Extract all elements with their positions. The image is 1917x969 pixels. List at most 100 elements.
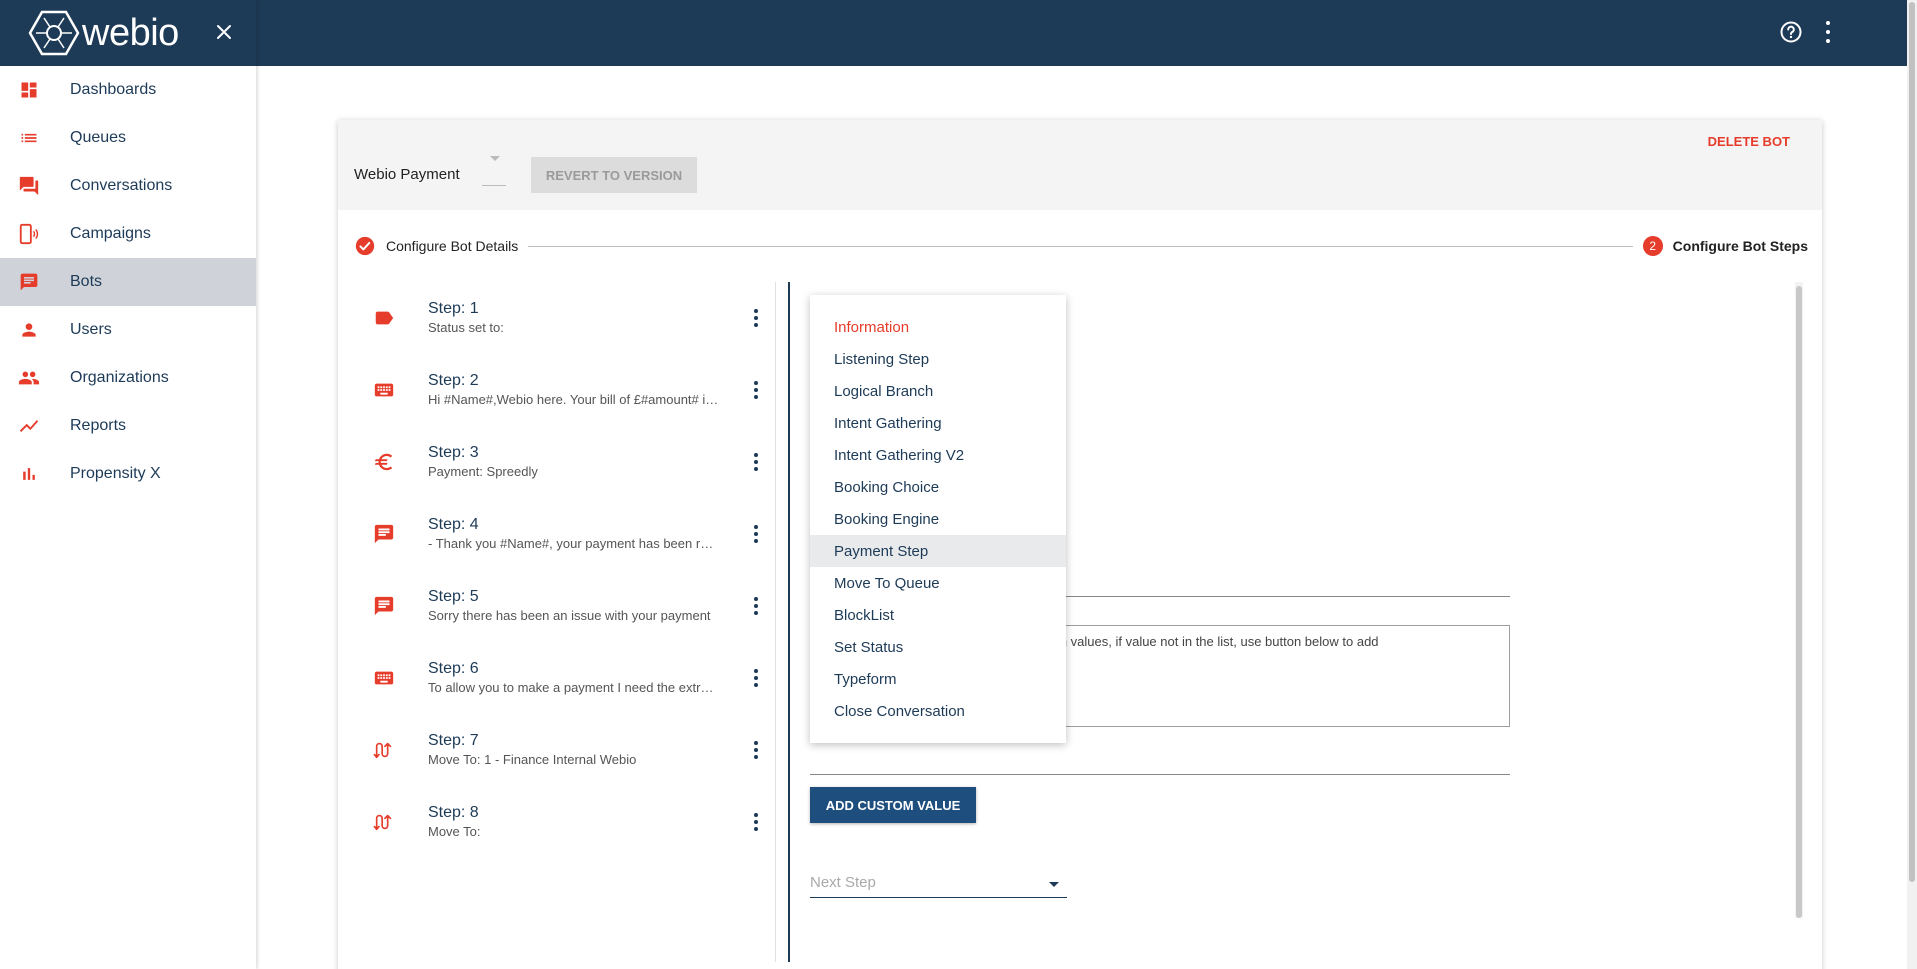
list-icon [18,127,40,149]
top-bar-actions [1779,20,1831,44]
more-vert-icon[interactable] [1825,21,1831,43]
step-title: Step: 6 [428,660,479,677]
step-list-item[interactable]: Step: 2 Hi #Name#,Webio here. Your bill … [354,354,784,426]
campaign-phone-icon [18,223,40,245]
webio-hexagon-icon [28,10,80,56]
sidebar-item-label: Users [70,321,112,338]
bot-header: Webio Payment REVERT TO VERSION DELETE B… [338,120,1822,210]
dropdown-item-highlighted[interactable]: Payment Step [810,535,1066,567]
step-subtitle: Status set to: [428,320,504,335]
chevron-down-icon [1049,882,1059,887]
sidebar-item-users[interactable]: Users [0,306,256,354]
keyboard-icon [372,666,396,690]
trend-icon [18,415,40,437]
delete-bot-button[interactable]: DELETE BOT [1708,134,1790,149]
step-title: Step: 4 [428,516,479,533]
dropdown-item[interactable]: Listening Step [810,343,1066,375]
editor-left-border [788,282,790,962]
dropdown-item[interactable]: Set Status [810,631,1066,663]
step-more-icon[interactable] [744,306,768,330]
sidebar-item-organizations[interactable]: Organizations [0,354,256,402]
next-step-select[interactable]: Next Step [810,868,1067,898]
people-icon [18,367,40,389]
step-more-icon[interactable] [744,810,768,834]
sidebar-item-dashboards[interactable]: Dashboards [0,66,256,114]
next-step-placeholder: Next Step [810,874,876,891]
dropdown-item[interactable]: Booking Engine [810,503,1066,535]
step-list-item[interactable]: Step: 6 To allow you to make a payment I… [354,642,784,714]
step-list-item[interactable]: Step: 5 Sorry there has been an issue wi… [354,570,784,642]
sidebar-item-label: Campaigns [70,225,151,242]
message-icon [372,522,396,546]
step-text: Step: 5 Sorry there has been an issue wi… [428,587,744,625]
step-subtitle: Move To: [428,824,481,839]
add-custom-value-button[interactable]: ADD CUSTOM VALUE [810,787,976,823]
step-more-icon[interactable] [744,522,768,546]
editor-scrollbar[interactable] [1795,282,1803,918]
bot-editor-card: Webio Payment REVERT TO VERSION DELETE B… [338,120,1822,969]
step-title: Step: 1 [428,300,479,317]
step-list-item[interactable]: Step: 8 Move To: [354,786,784,858]
check-circle-icon [355,236,375,256]
step-subtitle: Sorry there has been an issue with your … [428,608,711,623]
step-title: Step: 8 [428,804,479,821]
webio-logo[interactable]: webio [28,10,179,56]
sidebar-item-label: Reports [70,417,127,434]
step-title: Step: 7 [428,732,479,749]
sidebar-brand: webio [0,0,256,66]
route-icon [372,810,396,834]
step-more-icon[interactable] [744,666,768,690]
step-list-item[interactable]: Step: 1 Status set to: [354,282,784,354]
sidebar-item-campaigns[interactable]: Campaigns [0,210,256,258]
window-scrollbar[interactable] [1907,0,1917,969]
dropdown-item[interactable]: Move To Queue [810,567,1066,599]
dropdown-item[interactable]: Booking Choice [810,471,1066,503]
dropdown-item[interactable]: Intent Gathering [810,407,1066,439]
stepper: Configure Bot Details 2 Configure Bot St… [354,234,1808,258]
dropdown-item[interactable]: Typeform [810,663,1066,695]
sidebar-item-queues[interactable]: Queues [0,114,256,162]
help-icon[interactable] [1779,20,1803,44]
step-more-icon[interactable] [744,450,768,474]
step-more-icon[interactable] [744,738,768,762]
person-icon [18,319,40,341]
close-sidebar-icon[interactable] [212,20,236,44]
stepper-connector [528,245,1633,247]
stepper-step-1-label[interactable]: Configure Bot Details [386,238,518,254]
steps-list: Step: 1 Status set to: Step: 2 Hi #Name#… [354,282,784,858]
step-more-icon[interactable] [744,378,768,402]
top-app-bar [0,0,1907,66]
route-icon [372,738,396,762]
step-list-item[interactable]: Step: 4 - Thank you #Name#, your payment… [354,498,784,570]
scrollbar-thumb[interactable] [1796,286,1802,918]
sidebar-item-label: Bots [70,273,103,290]
stepper-step-2-label[interactable]: Configure Bot Steps [1673,238,1808,254]
revert-to-version-button[interactable]: REVERT TO VERSION [531,157,697,193]
step-text: Step: 8 Move To: [428,803,744,841]
version-select[interactable] [482,156,506,186]
dropdown-item[interactable]: BlockList [810,599,1066,631]
sidebar-item-label: Conversations [70,177,173,194]
window-scrollbar-thumb[interactable] [1909,2,1915,882]
dropdown-item-information[interactable]: Information [810,311,1066,343]
dropdown-item[interactable]: Close Conversation [810,695,1066,727]
forum-icon [18,175,40,197]
step-text: Step: 2 Hi #Name#,Webio here. Your bill … [428,371,744,409]
step-more-icon[interactable] [744,594,768,618]
step-list-item[interactable]: Step: 3 Payment: Spreedly [354,426,784,498]
step-list-item[interactable]: Step: 7 Move To: 1 - Finance Internal We… [354,714,784,786]
sidebar-item-label: Organizations [70,369,169,386]
sidebar-item-reports[interactable]: Reports [0,402,256,450]
sidebar-item-conversations[interactable]: Conversations [0,162,256,210]
logo-text: webio [82,11,179,54]
dashboard-icon [18,79,40,101]
custom-values-hint: om values, if value not in the list, use… [1049,634,1379,649]
dropdown-item[interactable]: Intent Gathering V2 [810,439,1066,471]
sidebar-item-label: Propensity X [70,465,161,482]
sidebar-item-propensity-x[interactable]: Propensity X [0,450,256,498]
sidebar-item-bots[interactable]: Bots [0,258,256,306]
step-subtitle: To allow you to make a payment I need th… [428,680,720,695]
message-icon [372,594,396,618]
dropdown-item[interactable]: Logical Branch [810,375,1066,407]
step-type-dropdown: Information Listening Step Logical Branc… [810,295,1066,743]
